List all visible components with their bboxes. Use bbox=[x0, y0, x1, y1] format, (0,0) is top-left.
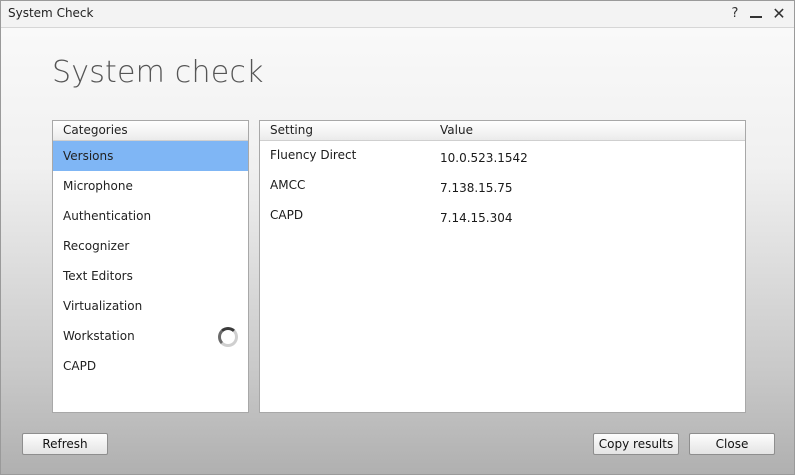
table-row[interactable]: AMCC 7.138.15.75 bbox=[260, 171, 745, 201]
value-cell: 10.0.523.1542 bbox=[440, 151, 528, 165]
setting-cell: CAPD bbox=[270, 208, 304, 222]
value-column-header[interactable]: Value bbox=[440, 123, 473, 137]
loading-spinner-icon bbox=[218, 327, 238, 347]
category-item-versions[interactable]: Versions bbox=[53, 141, 248, 171]
category-item-capd[interactable]: CAPD bbox=[53, 351, 248, 381]
category-label: Workstation bbox=[63, 329, 135, 343]
title-bar: System Check ? ✕ bbox=[1, 1, 794, 28]
minimize-icon bbox=[750, 16, 762, 18]
minimize-button[interactable] bbox=[745, 3, 767, 25]
copy-results-button[interactable]: Copy results bbox=[593, 433, 679, 455]
category-label: Virtualization bbox=[63, 299, 143, 313]
table-row[interactable]: CAPD 7.14.15.304 bbox=[260, 201, 745, 231]
value-cell: 7.14.15.304 bbox=[440, 211, 513, 225]
category-item-authentication[interactable]: Authentication bbox=[53, 201, 248, 231]
refresh-button[interactable]: Refresh bbox=[22, 433, 108, 455]
help-button[interactable]: ? bbox=[724, 3, 746, 25]
value-cell: 7.138.15.75 bbox=[440, 181, 513, 195]
category-item-workstation[interactable]: Workstation bbox=[53, 321, 248, 351]
setting-column-header[interactable]: Setting bbox=[270, 123, 313, 137]
close-button[interactable]: Close bbox=[689, 433, 775, 455]
setting-cell: AMCC bbox=[270, 178, 306, 192]
close-window-button[interactable]: ✕ bbox=[768, 3, 790, 25]
categories-header: Categories bbox=[53, 121, 248, 141]
system-check-window: System Check ? ✕ System check Categories… bbox=[0, 0, 795, 475]
category-label: Microphone bbox=[63, 179, 133, 193]
category-item-virtualization[interactable]: Virtualization bbox=[53, 291, 248, 321]
settings-panel: Setting Value Fluency Direct 10.0.523.15… bbox=[259, 120, 746, 413]
category-item-microphone[interactable]: Microphone bbox=[53, 171, 248, 201]
category-label: Recognizer bbox=[63, 239, 130, 253]
categories-header-label: Categories bbox=[63, 123, 128, 137]
table-row[interactable]: Fluency Direct 10.0.523.1542 bbox=[260, 141, 745, 171]
category-item-recognizer[interactable]: Recognizer bbox=[53, 231, 248, 261]
category-label: Versions bbox=[63, 149, 114, 163]
category-label: CAPD bbox=[63, 359, 97, 373]
categories-panel: Categories Versions Microphone Authentic… bbox=[52, 120, 249, 413]
category-label: Authentication bbox=[63, 209, 152, 223]
window-title: System Check bbox=[8, 6, 94, 20]
settings-header: Setting Value bbox=[260, 121, 745, 141]
categories-list: Versions Microphone Authentication Recog… bbox=[53, 141, 248, 381]
settings-table: Fluency Direct 10.0.523.1542 AMCC 7.138.… bbox=[260, 141, 745, 231]
page-title: System check bbox=[52, 55, 264, 90]
category-label: Text Editors bbox=[63, 269, 133, 283]
setting-cell: Fluency Direct bbox=[270, 148, 357, 162]
category-item-text-editors[interactable]: Text Editors bbox=[53, 261, 248, 291]
